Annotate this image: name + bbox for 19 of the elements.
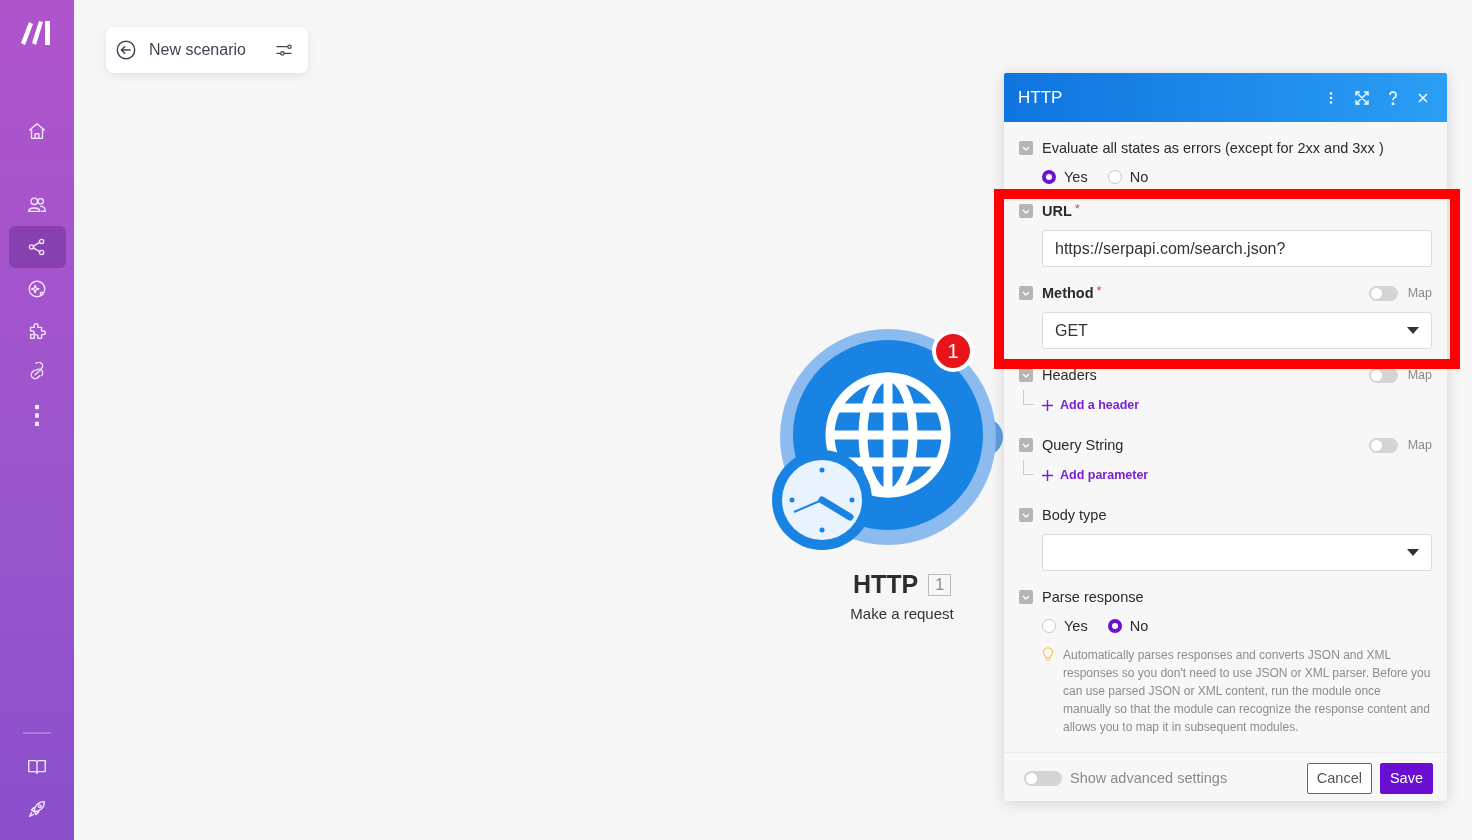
required-mark: * — [1074, 201, 1080, 216]
field-label: Method — [1042, 285, 1094, 301]
hint-text: Automatically parses responses and converts JSON and XML responses so you don't need to use JSON or XML parser. Before you can use parsed JSON or XML content, run the module once manually so that the module can recognize the response content and allows you to map it in subsequent modules. — [1063, 647, 1432, 736]
field-label: Headers — [1042, 367, 1097, 383]
field-label: Body type — [1042, 507, 1107, 523]
dialog-title: HTTP — [1018, 87, 1064, 108]
module-title: HTTP — [852, 570, 919, 599]
module-subtitle: Make a request — [850, 605, 954, 622]
advanced-label: Show advanced settings — [1070, 770, 1228, 786]
module-number: 1 — [928, 573, 952, 596]
field-label: URL — [1042, 203, 1072, 219]
field-label: Evaluate all states as errors (except for 2xx and 3xx ) — [1042, 140, 1384, 156]
field-label: Query String — [1042, 437, 1124, 453]
required-mark: * — [1096, 283, 1102, 298]
map-label: Map — [1407, 368, 1432, 382]
field-label: Parse response — [1042, 589, 1144, 605]
notification-badge: 1 — [932, 330, 974, 372]
map-label: Map — [1407, 286, 1432, 300]
map-label: Map — [1407, 438, 1432, 452]
